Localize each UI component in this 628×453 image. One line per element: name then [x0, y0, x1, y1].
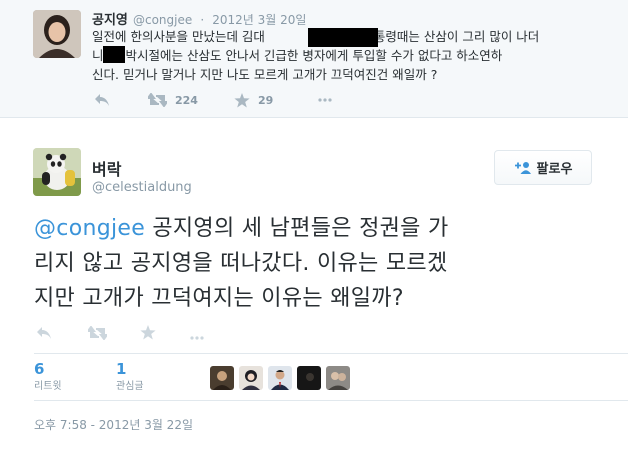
mention-link[interactable]: @congjee — [34, 216, 145, 241]
reply-button[interactable] — [94, 92, 110, 108]
redaction-bar — [308, 28, 378, 47]
retweet-count: 224 — [175, 93, 198, 107]
tweet-text: @congjee 공지영의 세 남편들은 정권을 가 리지 않고 공지영을 떠나… — [34, 211, 612, 316]
retweet-stat-count: 6 — [34, 360, 45, 378]
star-icon — [140, 324, 156, 340]
favorite-button[interactable] — [140, 324, 156, 340]
engager-avatar[interactable] — [210, 366, 234, 390]
author-avatar[interactable] — [33, 148, 81, 196]
engager-avatar[interactable] — [326, 366, 350, 390]
follow-label: 팔로우 — [536, 162, 573, 177]
tweet-text-line: 리지 않고 공지영을 떠나갔다. 이유는 모르겠 — [34, 251, 448, 276]
favorite-stat-count: 1 — [116, 360, 127, 378]
parent-tweet-header: 공지영 @congjee · 2012년 3월 20일 — [92, 9, 306, 28]
redaction-bar — [103, 46, 125, 63]
parent-text-line: 신다. 믿거나 말거나 지만 나도 모르게 고개가 끄덕여진건 왜일까 ? — [92, 67, 438, 82]
parent-author-avatar[interactable] — [33, 10, 81, 58]
parent-tweet-timestamp[interactable]: 2012년 3월 20일 — [212, 13, 306, 27]
parent-text-line: 일전에 한의사분을 만났는데 김대 — [92, 29, 265, 44]
follow-button[interactable]: 팔로우 — [494, 150, 592, 185]
favorite-button[interactable]: 29 — [234, 92, 273, 108]
engager-avatar[interactable] — [268, 366, 292, 390]
more-icon — [190, 336, 204, 340]
author-name[interactable]: 벼락 — [92, 156, 121, 180]
parent-author-handle[interactable]: @congjee — [133, 13, 192, 27]
more-button[interactable] — [190, 330, 204, 346]
favorite-stat-label: 관심글 — [116, 381, 144, 392]
engager-avatar[interactable] — [297, 366, 321, 390]
retweet-button[interactable]: 224 — [148, 92, 198, 108]
retweet-icon — [148, 93, 167, 107]
more-button[interactable] — [318, 92, 332, 108]
favorite-count: 29 — [258, 93, 274, 107]
reply-icon — [94, 93, 110, 107]
parent-author-name[interactable]: 공지영 — [92, 13, 128, 28]
parent-text-line: 박시절에는 산삼도 안나서 긴급한 병자에게 투입할 수가 없다고 하소연하 — [125, 48, 503, 63]
tweet-stats: 6 리트윗 1 관심글 — [34, 353, 628, 401]
star-icon — [234, 92, 250, 108]
author-handle[interactable]: @celestialdung — [92, 180, 192, 195]
parent-tweet-actions: 224 29 — [92, 92, 352, 108]
tweet-text-line: 지만 고개가 끄덕여지는 이유는 왜일까? — [34, 286, 404, 311]
header-separator: · — [200, 13, 205, 27]
favorite-stat[interactable]: 1 관심글 — [116, 360, 144, 394]
retweet-stat-label: 리트윗 — [34, 381, 62, 392]
tweet-actions — [34, 323, 234, 341]
engager-avatar[interactable] — [239, 366, 263, 390]
add-user-icon — [514, 161, 531, 174]
retweet-icon — [88, 326, 107, 340]
tweet-text-line: 공지영의 세 남편들은 정권을 가 — [145, 216, 449, 241]
reply-icon — [36, 326, 52, 340]
retweet-button[interactable] — [88, 325, 107, 341]
parent-text-line: 니 — [92, 48, 104, 63]
reply-button[interactable] — [36, 325, 52, 341]
tweet-timestamp[interactable]: 오후 7:58 - 2012년 3월 22일 — [34, 416, 193, 433]
parent-tweet[interactable]: 공지영 @congjee · 2012년 3월 20일 일전에 한의사분을 만났… — [0, 0, 628, 118]
retweet-stat[interactable]: 6 리트윗 — [34, 360, 62, 394]
engager-avatars — [210, 366, 350, 390]
more-icon — [318, 98, 332, 102]
